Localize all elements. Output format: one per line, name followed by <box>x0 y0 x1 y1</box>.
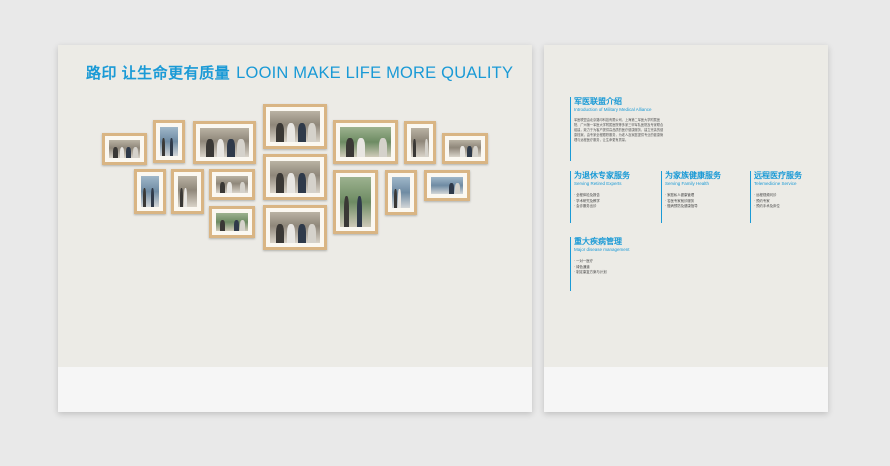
section-paragraph: 军医联盟由北京路印科技有限公司、上海第二军医大学附属医院、广州第一军医大学附属医… <box>574 118 664 142</box>
photo-frame <box>193 121 256 164</box>
section-retired-experts: 为退休专家服务 Serving Retired Experts · 全程体检及报… <box>570 171 630 223</box>
floor-strip <box>58 367 532 412</box>
headline: 路印 让生命更有质量 LOOIN MAKE LIFE MORE QUALITY <box>86 62 513 83</box>
photo-frame <box>102 133 147 165</box>
photo-frame <box>333 120 398 164</box>
section-alliance-intro: 军医联盟介绍 Introduction of Military Medical … <box>570 97 666 161</box>
photo-frame <box>209 206 255 238</box>
list-item: · 制定康复方案与计划 <box>574 270 607 274</box>
photo-frame <box>209 169 255 200</box>
section-title: 重大疾病管理 <box>574 237 622 246</box>
photo-frame <box>263 205 327 250</box>
section-list: · 一对一医疗 · 绿色通道 · 制定康复方案与计划 <box>574 259 630 276</box>
section-subtitle: Serving Retired Experts <box>574 181 622 186</box>
photo-frame <box>263 104 327 149</box>
photo-frame <box>442 133 488 164</box>
section-title: 军医联盟介绍 <box>574 97 622 106</box>
photo-frame <box>333 170 378 234</box>
list-item: · 会诊服务出诊 <box>574 204 597 208</box>
section-telemedicine: 远程医疗服务 Telemedicine Service · 远程视频问诊 · 预… <box>750 171 802 223</box>
photo-frame <box>171 169 204 214</box>
section-subtitle: Major disease management <box>574 247 630 252</box>
section-major-disease: 重大疾病管理 Major disease management · 一对一医疗 … <box>570 237 630 291</box>
section-subtitle: Serving Family Health <box>665 181 710 186</box>
info-panel: 军医联盟介绍 Introduction of Military Medical … <box>544 45 828 412</box>
section-title: 为家族健康服务 <box>665 171 721 180</box>
section-subtitle: Introduction of Military Medical Allianc… <box>574 107 652 112</box>
section-list: · 家庭私人健康管理 · 名医专家就诊服务 · 慢病预防及健康指导 <box>665 193 721 210</box>
section-subtitle: Telemedicine Service <box>754 181 797 186</box>
list-item: · 预约手术及床位 <box>754 204 780 208</box>
section-list: · 远程视频问诊 · 预约专家 · 预约手术及床位 <box>754 193 802 210</box>
section-family-health: 为家族健康服务 Serving Family Health · 家庭私人健康管理… <box>661 171 721 223</box>
photo-frame <box>404 121 436 164</box>
section-title: 为退休专家服务 <box>574 171 630 180</box>
photo-wall-panel: 路印 让生命更有质量 LOOIN MAKE LIFE MORE QUALITY <box>58 45 532 412</box>
section-list: · 全程体检及报告 · 学术研究及教学 · 会诊服务出诊 <box>574 193 630 210</box>
photo-frame <box>134 169 166 214</box>
section-title: 远程医疗服务 <box>754 171 802 180</box>
photo-frame <box>153 120 185 163</box>
headline-en: LOOIN MAKE LIFE MORE QUALITY <box>236 64 514 82</box>
list-item: · 慢病预防及健康指导 <box>665 204 698 208</box>
floor-strip <box>544 367 828 412</box>
photo-frame <box>424 170 470 201</box>
photo-frame <box>385 170 417 215</box>
headline-cn: 路印 让生命更有质量 <box>86 65 231 82</box>
photo-frame <box>263 154 327 200</box>
